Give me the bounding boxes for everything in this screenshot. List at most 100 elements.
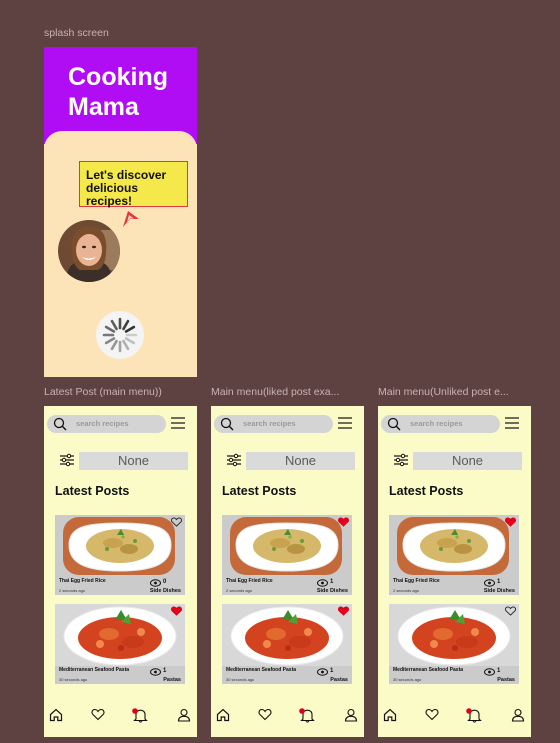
post-title: Thai Egg Fried Rice xyxy=(226,578,273,584)
post-category: Pastas xyxy=(163,677,181,683)
post-title: Thai Egg Fried Rice xyxy=(59,578,106,584)
search-placeholder: search recipes xyxy=(76,419,129,428)
post-card[interactable]: Mediterranean Seafood Pasta 30 seconds a… xyxy=(222,604,352,684)
filter-sliders-icon[interactable] xyxy=(393,453,409,467)
home-icon[interactable] xyxy=(383,708,397,722)
post-category: Side Dishes xyxy=(316,588,348,594)
frame-label-latest: Latest Post (main menu)) xyxy=(44,386,162,398)
post-title: Mediterranean Seafood Pasta xyxy=(226,667,297,673)
heart-icon[interactable] xyxy=(91,708,105,721)
loading-spinner-icon xyxy=(96,311,144,359)
post-image xyxy=(397,517,509,575)
post-card[interactable]: Thai Egg Fried Rice 2 seconds ago 1 Side… xyxy=(222,515,352,595)
post-category: Side Dishes xyxy=(149,588,181,594)
home-icon[interactable] xyxy=(216,708,230,722)
search-placeholder: search recipes xyxy=(243,419,296,428)
speech-bubble: Let's discover delicious recipes! xyxy=(79,161,188,208)
post-card[interactable]: Mediterranean Seafood Pasta 30 seconds a… xyxy=(55,604,185,684)
app-title-line1: Cooking xyxy=(68,63,168,91)
bottom-nav xyxy=(44,702,197,732)
post-card[interactable]: Thai Egg Fried Rice 2 seconds ago 1 Side… xyxy=(389,515,519,595)
search-bar[interactable]: search recipes xyxy=(214,415,333,433)
bell-icon[interactable] xyxy=(466,708,483,723)
view-count: 1 xyxy=(330,579,334,585)
view-count: 1 xyxy=(330,668,334,674)
user-icon[interactable] xyxy=(344,708,358,722)
like-heart-icon[interactable] xyxy=(505,606,516,616)
like-heart-icon[interactable] xyxy=(505,517,516,527)
post-time: 30 seconds ago xyxy=(59,677,88,682)
post-title: Mediterranean Seafood Pasta xyxy=(393,667,464,673)
splash-screen: Cooking Mama Let's discover delicious re… xyxy=(44,47,197,377)
avatar xyxy=(58,220,120,282)
views-eye-icon xyxy=(150,579,161,587)
post-time: 30 seconds ago xyxy=(226,677,255,682)
post-image xyxy=(389,604,519,666)
search-placeholder: search recipes xyxy=(410,419,463,428)
bell-icon[interactable] xyxy=(299,708,316,723)
filter-sliders-icon[interactable] xyxy=(59,453,75,467)
category-filter-select[interactable]: None xyxy=(413,452,522,470)
heart-icon[interactable] xyxy=(258,708,272,721)
search-bar[interactable]: search recipes xyxy=(47,415,166,433)
section-heading: Latest Posts xyxy=(222,484,297,498)
user-icon[interactable] xyxy=(511,708,525,722)
bubble-line2: delicious recipes! xyxy=(86,181,139,208)
bell-icon[interactable] xyxy=(132,708,149,723)
screen-latest-posts: search recipes None Latest Posts Thai Eg… xyxy=(44,406,197,737)
frame-label-liked: Main menu(liked post exa... xyxy=(211,386,340,398)
section-heading: Latest Posts xyxy=(55,484,130,498)
search-icon xyxy=(53,417,67,431)
views-eye-icon xyxy=(484,579,495,587)
bottom-nav xyxy=(211,702,364,732)
post-title: Mediterranean Seafood Pasta xyxy=(59,667,130,673)
bottom-nav xyxy=(378,702,531,732)
like-heart-icon[interactable] xyxy=(338,517,349,527)
post-title: Thai Egg Fried Rice xyxy=(393,578,440,584)
post-category: Pastas xyxy=(330,677,348,683)
post-time: 2 seconds ago xyxy=(393,588,420,593)
bubble-pointer-icon xyxy=(123,211,139,227)
views-eye-icon xyxy=(317,579,328,587)
search-icon xyxy=(387,417,401,431)
user-icon[interactable] xyxy=(177,708,191,722)
app-title: Cooking Mama xyxy=(68,62,193,122)
search-icon xyxy=(220,417,234,431)
post-image xyxy=(222,604,352,666)
view-count: 1 xyxy=(163,668,167,674)
app-title-line2: Mama xyxy=(68,93,139,121)
view-count: 1 xyxy=(497,668,501,674)
like-heart-icon[interactable] xyxy=(338,606,349,616)
section-heading: Latest Posts xyxy=(389,484,464,498)
post-image xyxy=(63,517,175,575)
post-time: 30 seconds ago xyxy=(393,677,422,682)
post-card[interactable]: Thai Egg Fried Rice 2 seconds ago 0 Side… xyxy=(55,515,185,595)
hamburger-menu-icon[interactable] xyxy=(504,416,520,430)
views-eye-icon xyxy=(150,668,161,676)
view-count: 0 xyxy=(163,579,167,585)
heart-icon[interactable] xyxy=(425,708,439,721)
search-bar[interactable]: search recipes xyxy=(381,415,500,433)
hamburger-menu-icon[interactable] xyxy=(170,416,186,430)
post-category: Pastas xyxy=(497,677,515,683)
post-time: 2 seconds ago xyxy=(59,588,86,593)
frame-label-unliked: Main menu(Unliked post e... xyxy=(378,386,509,398)
screen-unliked-post: search recipes None Latest Posts Thai Eg… xyxy=(378,406,531,737)
category-filter-select[interactable]: None xyxy=(246,452,355,470)
home-icon[interactable] xyxy=(49,708,63,722)
like-heart-icon[interactable] xyxy=(171,517,182,527)
post-card[interactable]: Mediterranean Seafood Pasta 30 seconds a… xyxy=(389,604,519,684)
hamburger-menu-icon[interactable] xyxy=(337,416,353,430)
views-eye-icon xyxy=(317,668,328,676)
post-time: 2 seconds ago xyxy=(226,588,253,593)
post-image xyxy=(55,604,185,666)
screen-liked-post: search recipes None Latest Posts Thai Eg… xyxy=(211,406,364,737)
view-count: 1 xyxy=(497,579,501,585)
category-filter-select[interactable]: None xyxy=(79,452,188,470)
views-eye-icon xyxy=(484,668,495,676)
post-image xyxy=(230,517,342,575)
like-heart-icon[interactable] xyxy=(171,606,182,616)
frame-label-splash: splash screen xyxy=(44,27,109,39)
filter-sliders-icon[interactable] xyxy=(226,453,242,467)
post-category: Side Dishes xyxy=(483,588,515,594)
